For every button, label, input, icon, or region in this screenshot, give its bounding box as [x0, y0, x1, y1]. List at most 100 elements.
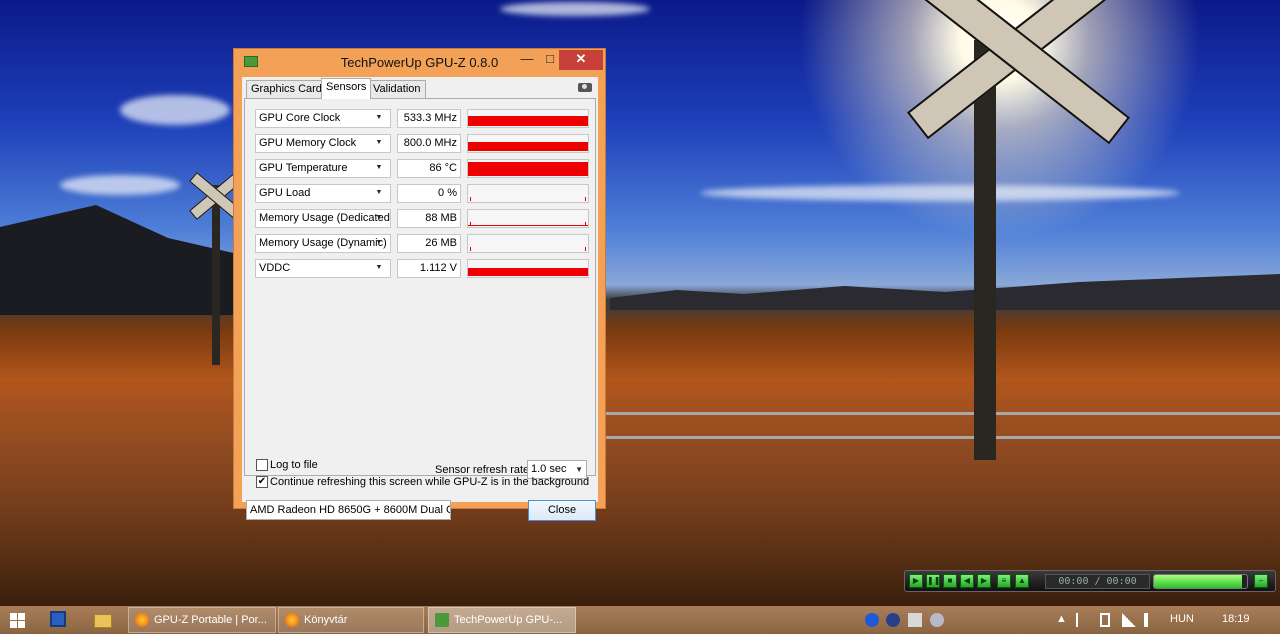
- graph-fill: [468, 142, 588, 151]
- sensor-value: 0 %: [397, 184, 461, 203]
- gpu-select[interactable]: AMD Radeon HD 8650G + 8600M Dual G: [246, 500, 451, 520]
- graph-spike: [585, 142, 586, 151]
- play-icon[interactable]: ▶: [909, 574, 923, 588]
- volume-icon[interactable]: [1144, 613, 1158, 627]
- sensor-graph: [467, 159, 589, 178]
- camera-icon[interactable]: [578, 83, 592, 92]
- chevron-down-icon[interactable]: ▼: [375, 109, 383, 128]
- sensor-select-gpu-load[interactable]: GPU Load: [255, 184, 391, 203]
- sensor-graph: [467, 109, 589, 128]
- sensor-select-memory-dynamic[interactable]: Memory Usage (Dynamic): [255, 234, 391, 253]
- sensor-select-gpu-temperature[interactable]: GPU Temperature: [255, 159, 391, 178]
- stop-icon[interactable]: ■: [943, 574, 957, 588]
- clock[interactable]: 18:19: [1222, 613, 1250, 625]
- graph-fill: [468, 162, 588, 176]
- graph-spike: [585, 116, 586, 126]
- close-window-button[interactable]: ✕: [559, 50, 603, 70]
- log-to-file-checkbox[interactable]: [256, 459, 268, 471]
- folder-icon[interactable]: [94, 614, 112, 628]
- refresh-rate-label: Sensor refresh rate:: [435, 464, 533, 476]
- graph-fill: [468, 225, 588, 226]
- chevron-down-icon[interactable]: ▼: [375, 159, 383, 178]
- gpuz-window: TechPowerUp GPU-Z 0.8.0 — □ ✕ Graphics C…: [233, 48, 606, 521]
- sensor-value: 533.3 MHz: [397, 109, 461, 128]
- window-title: TechPowerUp GPU-Z 0.8.0: [340, 55, 499, 70]
- signal-icon[interactable]: [1122, 613, 1136, 627]
- close-button[interactable]: Close: [528, 500, 596, 521]
- show-hidden-icons-icon[interactable]: ▲: [1056, 613, 1067, 625]
- previous-icon[interactable]: ◀: [960, 574, 974, 588]
- graph-fill: [468, 268, 588, 276]
- log-to-file-label[interactable]: Log to file: [270, 459, 318, 471]
- desktop-wallpaper: [0, 0, 1280, 606]
- sensor-select-gpu-core-clock[interactable]: GPU Core Clock: [255, 109, 391, 128]
- sensor-value: 26 MB: [397, 234, 461, 253]
- graph-spike: [585, 222, 586, 226]
- sensor-select-gpu-memory-clock[interactable]: GPU Memory Clock: [255, 134, 391, 153]
- sensor-value: 800.0 MHz: [397, 134, 461, 153]
- bluetooth-icon[interactable]: [865, 613, 879, 627]
- tab-graphics-card[interactable]: Graphics Card: [246, 80, 327, 98]
- tab-sensors[interactable]: Sensors: [321, 78, 372, 99]
- sensor-select-vddc[interactable]: VDDC: [255, 259, 391, 278]
- open-icon[interactable]: ▲: [1015, 574, 1029, 588]
- chevron-down-icon[interactable]: ▼: [375, 209, 383, 228]
- chevron-down-icon[interactable]: ▼: [375, 259, 383, 278]
- window-client-area: Graphics Card Sensors Validation GPU Cor…: [242, 77, 598, 521]
- sensor-value: 88 MB: [397, 209, 461, 228]
- next-icon[interactable]: ▶: [977, 574, 991, 588]
- settings-tray-icon[interactable]: [930, 613, 944, 627]
- battery-icon[interactable]: [1100, 613, 1110, 627]
- chevron-down-icon[interactable]: ▼: [375, 184, 383, 203]
- sensor-graph: [467, 259, 589, 278]
- gpu-select-value: AMD Radeon HD 8650G + 8600M Dual G: [250, 504, 451, 516]
- graph-fill: [468, 116, 588, 126]
- save-icon[interactable]: [50, 611, 66, 627]
- graph-spike: [585, 268, 586, 276]
- gpuz-app-icon[interactable]: [244, 56, 258, 67]
- taskbar: GPU-Z Portable | Por... Könyvtár TechPow…: [0, 606, 1280, 634]
- notes-icon[interactable]: [908, 613, 922, 627]
- media-volume-fill: [1154, 575, 1243, 588]
- sensor-value: 86 °C: [397, 159, 461, 178]
- graph-spike: [470, 222, 471, 226]
- sensor-graph: [467, 234, 589, 253]
- sensor-graph: [467, 134, 589, 153]
- chevron-down-icon[interactable]: ▼: [375, 234, 383, 253]
- flag-icon[interactable]: [1076, 613, 1088, 627]
- playlist-icon[interactable]: ≡: [997, 574, 1011, 588]
- graph-spike: [470, 247, 471, 251]
- graph-spike: [470, 268, 471, 276]
- pause-icon[interactable]: ❚❚: [926, 574, 940, 588]
- sensor-select-memory-dedicated[interactable]: Memory Usage (Dedicated): [255, 209, 391, 228]
- graph-spike: [470, 197, 471, 201]
- firefox-icon: [135, 613, 149, 627]
- graph-spike: [585, 247, 586, 251]
- network-sync-icon[interactable]: [886, 613, 900, 627]
- tab-validation[interactable]: Validation: [368, 80, 426, 98]
- title-bar[interactable]: TechPowerUp GPU-Z 0.8.0 — □ ✕: [234, 49, 605, 75]
- firefox-icon: [285, 613, 299, 627]
- windows-start-icon[interactable]: [10, 613, 25, 628]
- language-indicator[interactable]: HUN: [1170, 613, 1194, 625]
- graph-spike: [470, 116, 471, 126]
- continue-refresh-checkbox[interactable]: ✔: [256, 476, 268, 488]
- media-time-display: 00:00 / 00:00: [1045, 574, 1150, 589]
- media-player-widget: ▶ ❚❚ ■ ◀ ▶ ≡ ▲ 00:00 / 00:00 –: [904, 570, 1276, 592]
- gpuz-icon: [435, 613, 449, 627]
- graph-spike: [470, 142, 471, 151]
- sensor-graph: [467, 209, 589, 228]
- continue-refresh-label[interactable]: Continue refreshing this screen while GP…: [270, 476, 589, 488]
- refresh-rate-value: 1.0 sec: [531, 463, 567, 475]
- sensor-graph: [467, 184, 589, 203]
- taskbar-item-gpuz[interactable]: TechPowerUp GPU-...: [428, 607, 576, 633]
- taskbar-item-gpuz-portable[interactable]: GPU-Z Portable | Por...: [128, 607, 276, 633]
- minimize-player-icon[interactable]: –: [1254, 574, 1268, 588]
- graph-spike: [585, 197, 586, 201]
- sensor-value: 1.112 V: [397, 259, 461, 278]
- media-volume-bar[interactable]: [1153, 574, 1248, 589]
- graph-spike: [470, 162, 471, 176]
- taskbar-item-konyvtar[interactable]: Könyvtár: [278, 607, 424, 633]
- chevron-down-icon[interactable]: ▼: [375, 134, 383, 153]
- sensors-panel: GPU Core Clock ▼ 533.3 MHz GPU Memory Cl…: [244, 98, 596, 476]
